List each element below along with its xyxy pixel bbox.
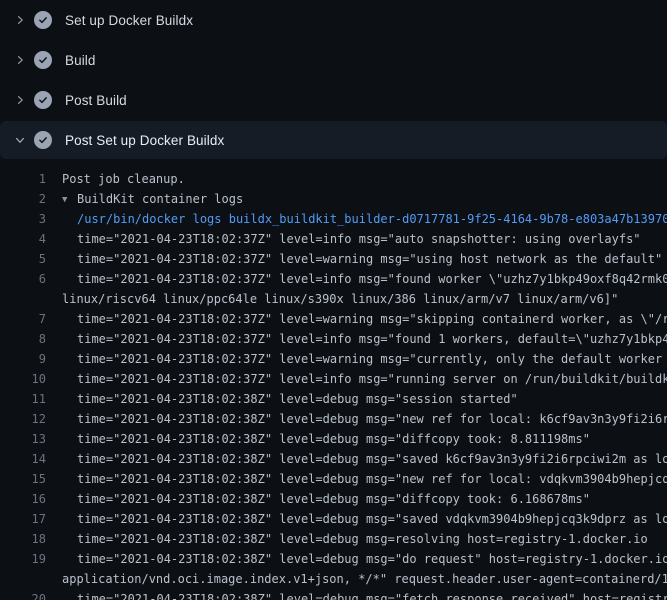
line-number[interactable]: 10	[0, 369, 46, 389]
log-text: time="2021-04-23T18:02:38Z" level=debug …	[62, 529, 648, 549]
line-number[interactable]: 7	[0, 309, 46, 329]
log-text: time="2021-04-23T18:02:37Z" level=info m…	[62, 269, 667, 289]
log-text: time="2021-04-23T18:02:37Z" level=info m…	[62, 229, 641, 249]
line-number[interactable]: 2	[0, 189, 46, 209]
log-line: 9 time="2021-04-23T18:02:37Z" level=warni…	[0, 349, 667, 369]
log-text: time="2021-04-23T18:02:37Z" level=info m…	[62, 369, 667, 389]
log-text: time="2021-04-23T18:02:37Z" level=warnin…	[62, 309, 667, 329]
step-label: Set up Docker Buildx	[65, 13, 193, 28]
line-number[interactable]: 15	[0, 469, 46, 489]
log-text: time="2021-04-23T18:02:38Z" level=debug …	[62, 409, 667, 429]
chevron-right-icon[interactable]	[12, 92, 28, 108]
log-line: 8 time="2021-04-23T18:02:37Z" level=info …	[0, 329, 667, 349]
step-row-post-build[interactable]: Post Build	[0, 80, 667, 120]
line-number[interactable]: 16	[0, 489, 46, 509]
log-line: 16 time="2021-04-23T18:02:38Z" level=debu…	[0, 489, 667, 509]
log-line: 14 time="2021-04-23T18:02:38Z" level=debu…	[0, 449, 667, 469]
step-label: Post Build	[65, 93, 127, 108]
log-text: time="2021-04-23T18:02:38Z" level=debug …	[62, 489, 590, 509]
step-label: Post Set up Docker Buildx	[65, 133, 224, 148]
log-line: 7 time="2021-04-23T18:02:37Z" level=warni…	[0, 309, 667, 329]
log-container: 1 Post job cleanup. 2 ▼BuildKit container l…	[0, 160, 667, 600]
line-number[interactable]: 9	[0, 349, 46, 369]
line-number[interactable]: 8	[0, 329, 46, 349]
log-text: application/vnd.oci.image.index.v1+json,…	[62, 569, 667, 589]
log-text: time="2021-04-23T18:02:38Z" level=debug …	[62, 389, 518, 409]
log-line: 1 Post job cleanup.	[0, 169, 667, 189]
log-text: time="2021-04-23T18:02:38Z" level=debug …	[62, 429, 590, 449]
log-text: time="2021-04-23T18:02:38Z" level=debug …	[62, 509, 667, 529]
log-line: 2 ▼BuildKit container logs	[0, 189, 667, 209]
success-check-icon	[34, 91, 52, 109]
chevron-down-icon[interactable]	[12, 132, 28, 148]
step-row-set-up-docker-buildx[interactable]: Set up Docker Buildx	[0, 0, 667, 40]
line-number[interactable]: 5	[0, 249, 46, 269]
success-check-icon	[34, 51, 52, 69]
log-text: time="2021-04-23T18:02:38Z" level=debug …	[62, 549, 667, 569]
line-number[interactable]: 19	[0, 549, 46, 569]
log-line: 11 time="2021-04-23T18:02:38Z" level=debu…	[0, 389, 667, 409]
line-number[interactable]: 3	[0, 209, 46, 229]
line-number[interactable]: 18	[0, 529, 46, 549]
log-line: 12 time="2021-04-23T18:02:38Z" level=debu…	[0, 409, 667, 429]
log-line: 4 time="2021-04-23T18:02:37Z" level=info …	[0, 229, 667, 249]
log-line: 13 time="2021-04-23T18:02:38Z" level=debu…	[0, 429, 667, 449]
step-label: Build	[65, 53, 96, 68]
log-text: Post job cleanup.	[62, 169, 185, 189]
chevron-right-icon[interactable]	[12, 12, 28, 28]
log-line: 19 time="2021-04-23T18:02:38Z" level=debu…	[0, 549, 667, 569]
log-text: linux/riscv64 linux/ppc64le linux/s390x …	[62, 289, 618, 309]
step-row-post-set-up-docker-buildx[interactable]: Post Set up Docker Buildx	[0, 121, 667, 159]
group-collapse-icon[interactable]: ▼	[62, 190, 77, 210]
log-text: time="2021-04-23T18:02:38Z" level=debug …	[62, 469, 667, 489]
line-number	[0, 569, 46, 589]
group-title[interactable]: BuildKit container logs	[77, 192, 243, 206]
log-line: 10 time="2021-04-23T18:02:37Z" level=info…	[0, 369, 667, 389]
line-number[interactable]: 4	[0, 229, 46, 249]
log-line: 20 time="2021-04-23T18:02:38Z" level=debu…	[0, 589, 667, 600]
log-text: time="2021-04-23T18:02:38Z" level=debug …	[62, 589, 667, 600]
success-check-icon	[34, 11, 52, 29]
step-row-build[interactable]: Build	[0, 40, 667, 80]
success-check-icon	[34, 131, 52, 149]
line-number[interactable]: 1	[0, 169, 46, 189]
log-text: time="2021-04-23T18:02:38Z" level=debug …	[62, 449, 667, 469]
line-number[interactable]: 17	[0, 509, 46, 529]
chevron-right-icon[interactable]	[12, 52, 28, 68]
step-list: Set up Docker Buildx Build Post Build Po…	[0, 0, 667, 159]
log-line: application/vnd.oci.image.index.v1+json,…	[0, 569, 667, 589]
log-line: 3/usr/bin/docker logs buildx_buildkit_bu…	[0, 209, 667, 229]
log-text: ▼BuildKit container logs	[62, 189, 243, 209]
log-text: time="2021-04-23T18:02:37Z" level=info m…	[62, 329, 667, 349]
log-line: linux/riscv64 linux/ppc64le linux/s390x …	[0, 289, 667, 309]
line-number[interactable]: 11	[0, 389, 46, 409]
log-line: 5 time="2021-04-23T18:02:37Z" level=warni…	[0, 249, 667, 269]
log-line: 15 time="2021-04-23T18:02:38Z" level=debu…	[0, 469, 667, 489]
command-text: /usr/bin/docker logs buildx_buildkit_bui…	[62, 209, 667, 229]
line-number[interactable]: 12	[0, 409, 46, 429]
log-text: time="2021-04-23T18:02:37Z" level=warnin…	[62, 249, 662, 269]
line-number[interactable]: 6	[0, 269, 46, 289]
line-number[interactable]: 13	[0, 429, 46, 449]
line-number	[0, 289, 46, 309]
log-text: time="2021-04-23T18:02:37Z" level=warnin…	[62, 349, 667, 369]
log-line: 17 time="2021-04-23T18:02:38Z" level=debu…	[0, 509, 667, 529]
line-number[interactable]: 20	[0, 589, 46, 600]
log-line: 18 time="2021-04-23T18:02:38Z" level=debu…	[0, 529, 667, 549]
log-line: 6 time="2021-04-23T18:02:37Z" level=info …	[0, 269, 667, 289]
line-number[interactable]: 14	[0, 449, 46, 469]
